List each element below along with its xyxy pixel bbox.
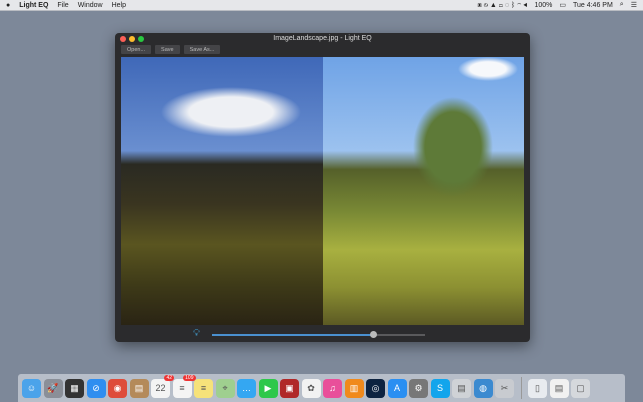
title-bar[interactable]: ImageLandscape.jpg - Light EQ bbox=[115, 33, 530, 45]
preview-printer-dock-icon[interactable]: ▤ bbox=[452, 378, 471, 398]
itunes-dock-icon[interactable]: ♫ bbox=[323, 378, 342, 398]
light-eq-window: ImageLandscape.jpg - Light EQ Open... Sa… bbox=[115, 33, 530, 342]
original-half bbox=[121, 57, 323, 325]
mission-control-dock-icon[interactable]: ▦ bbox=[65, 378, 84, 398]
image-preview bbox=[121, 57, 524, 325]
badge: 109 bbox=[183, 374, 196, 381]
chrome-dock-icon[interactable]: ◉ bbox=[108, 378, 127, 398]
notes-dock-icon[interactable]: ≡ bbox=[194, 378, 213, 398]
apple-menu-icon[interactable]: ● bbox=[6, 2, 10, 9]
app-store-dock-icon[interactable]: A bbox=[387, 378, 407, 398]
light-slider[interactable] bbox=[212, 331, 425, 338]
dock: ☺ 🚀 ▦ ⊘ ◉ ▤ 22 42 ≡ 109 ≡ ⌖… ▶ ▣ ✿ ♫ ▥ ◎ A ⚙ S ▤ ◍ ✂ ▯ ▤ ▢ bbox=[18, 374, 625, 402]
launchpad-dock-icon[interactable]: 🚀 bbox=[43, 378, 63, 398]
system-preferences-dock-icon[interactable]: ⚙ bbox=[409, 378, 428, 398]
toolbar: Open... Save Save As... bbox=[115, 45, 530, 56]
facetime-dock-icon[interactable]: ▶ bbox=[258, 378, 278, 398]
documents-dock-icon[interactable]: ▤ bbox=[549, 378, 569, 398]
contacts-dock-icon[interactable]: ▤ bbox=[129, 378, 149, 398]
ibooks-dock-icon[interactable]: ▥ bbox=[344, 378, 364, 398]
control-bar: 💡︎ bbox=[115, 325, 530, 342]
photos-dock-icon[interactable]: ✿ bbox=[301, 378, 321, 398]
clock[interactable]: Tue 4:46 PM bbox=[573, 2, 613, 9]
battery-icon[interactable]: ▭ bbox=[559, 1, 566, 9]
light-eq-dock-icon[interactable]: ◎ bbox=[366, 378, 385, 398]
save-button[interactable]: Save bbox=[155, 45, 180, 54]
photo-booth-dock-icon[interactable]: ▣ bbox=[280, 378, 299, 398]
minimize-button[interactable] bbox=[129, 36, 135, 42]
status-icons[interactable]: ▣ ◷ ▲ ▭ ◌ ᛒ ◠ ◀ bbox=[478, 2, 528, 9]
reminders-dock-icon[interactable]: ≡ 109 bbox=[172, 374, 196, 398]
slider-thumb[interactable] bbox=[370, 331, 378, 338]
close-button[interactable] bbox=[120, 36, 126, 42]
menu-app-name[interactable]: Light EQ bbox=[19, 2, 48, 9]
dock-separator bbox=[520, 377, 522, 399]
slider-fill bbox=[212, 334, 374, 336]
calendar-dock-icon[interactable]: 22 42 bbox=[151, 374, 174, 398]
menu-bar: ● Light EQ File Window Help ▣ ◷ ▲ ▭ ◌ ᛒ … bbox=[0, 0, 643, 11]
safari-dock-icon[interactable]: ⊘ bbox=[86, 378, 106, 398]
maximize-button[interactable] bbox=[138, 36, 144, 42]
skype-dock-icon[interactable]: S bbox=[430, 378, 450, 398]
finder-dock-icon[interactable]: ☺ bbox=[22, 378, 41, 398]
save-as-button[interactable]: Save As... bbox=[183, 45, 221, 54]
enhanced-half bbox=[323, 57, 524, 325]
menu-window[interactable]: Window bbox=[78, 2, 103, 9]
badge: 42 bbox=[164, 374, 174, 381]
menu-help[interactable]: Help bbox=[112, 2, 126, 9]
downloads-dock-icon[interactable]: ▯ bbox=[528, 378, 547, 398]
messages-dock-icon[interactable]: … bbox=[237, 378, 256, 398]
spotlight-icon[interactable]: ⌕ bbox=[620, 1, 624, 9]
battery-percent[interactable]: 100% bbox=[534, 2, 552, 9]
trash-dock-icon[interactable]: ▢ bbox=[571, 378, 590, 398]
window-title: ImageLandscape.jpg - Light EQ bbox=[273, 35, 372, 42]
lightbulb-icon: 💡︎ bbox=[193, 328, 200, 339]
network-dock-icon[interactable]: ◍ bbox=[473, 378, 493, 398]
notification-center-icon[interactable]: ☰ bbox=[631, 1, 637, 9]
open-button[interactable]: Open... bbox=[121, 45, 152, 54]
maps-dock-icon[interactable]: ⌖ bbox=[215, 378, 235, 398]
utilities-dock-icon[interactable]: ✂ bbox=[495, 378, 514, 398]
menu-file[interactable]: File bbox=[57, 2, 68, 9]
